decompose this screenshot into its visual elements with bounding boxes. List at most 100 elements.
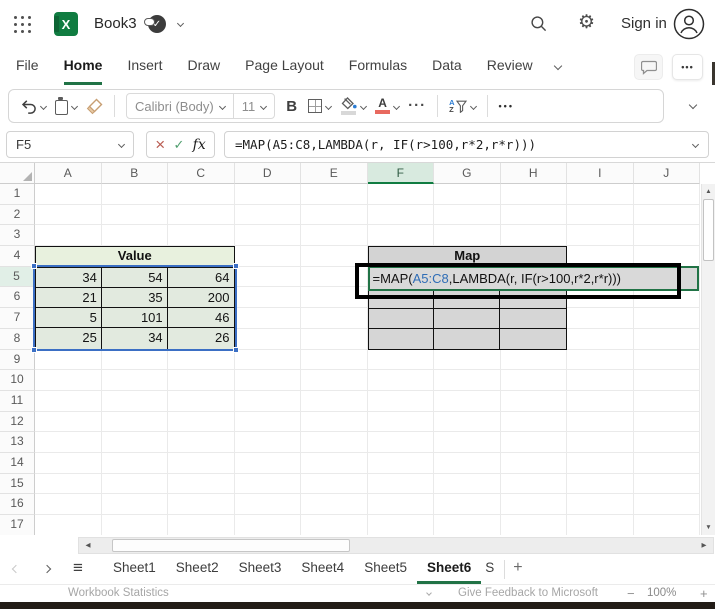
row-header-17[interactable]: 17 (0, 515, 35, 535)
cell-C14[interactable] (168, 452, 235, 474)
scroll-left-arrow-icon[interactable]: ◀ (80, 538, 96, 553)
cell-H14[interactable] (500, 452, 567, 474)
cell-C11[interactable] (168, 390, 235, 412)
cell-J8[interactable] (633, 328, 700, 350)
map-table-header[interactable]: Map (367, 246, 567, 268)
cell-A17[interactable] (35, 515, 102, 535)
fill-color-button[interactable] (340, 97, 368, 115)
cell-C10[interactable] (168, 370, 235, 391)
add-sheet-button[interactable]: + (513, 555, 522, 584)
sheet-tab-sheet1[interactable]: Sheet1 (103, 555, 166, 584)
cell-A3[interactable] (35, 225, 102, 247)
active-cell-edit-box[interactable]: =MAP(A5:C8 ,LAMBDA(r, IF(r>100,r*2,r*r))) (367, 266, 699, 292)
horizontal-scroll-thumb[interactable] (112, 538, 350, 552)
cell-I16[interactable] (567, 494, 634, 515)
cell-F15[interactable] (367, 473, 434, 495)
cancel-entry-button[interactable]: × (155, 136, 165, 153)
menu-tab-file[interactable]: File (16, 48, 39, 85)
cell-C9[interactable] (168, 349, 235, 371)
sheet-tab-sheet4[interactable]: Sheet4 (291, 555, 354, 584)
value-cell-r8c2[interactable]: 26 (167, 328, 234, 349)
value-cell-r5c2[interactable]: 64 (167, 267, 234, 288)
menu-tab-page-layout[interactable]: Page Layout (245, 48, 324, 85)
cell-I1[interactable] (567, 184, 634, 205)
cell-E2[interactable] (301, 204, 368, 226)
menu-tab-review[interactable]: Review (487, 48, 533, 85)
cell-D11[interactable] (234, 390, 301, 412)
cell-E15[interactable] (301, 473, 368, 495)
workbook-statistics-button[interactable]: Workbook Statistics (68, 587, 169, 599)
cell-D3[interactable] (234, 225, 301, 247)
cell-H9[interactable] (500, 349, 567, 371)
value-cell-r5c1[interactable]: 54 (101, 267, 168, 288)
name-box[interactable]: F5 (6, 131, 134, 158)
vertical-scroll-thumb[interactable] (703, 199, 714, 261)
map-cell[interactable] (434, 328, 501, 349)
cell-J15[interactable] (633, 473, 700, 495)
cell-G2[interactable] (434, 204, 501, 226)
cell-D1[interactable] (234, 184, 301, 205)
cell-B3[interactable] (101, 225, 168, 247)
cell-H10[interactable] (500, 370, 567, 391)
cell-J14[interactable] (633, 452, 700, 474)
cell-H16[interactable] (500, 494, 567, 515)
row-header-8[interactable]: 8 (0, 328, 35, 350)
cell-C2[interactable] (168, 204, 235, 226)
more-font-options-button[interactable]: ··· (408, 98, 426, 113)
cell-D17[interactable] (234, 515, 301, 535)
cell-A10[interactable] (35, 370, 102, 391)
cell-J11[interactable] (633, 390, 700, 412)
value-cell-r6c0[interactable]: 21 (36, 287, 102, 309)
cell-C12[interactable] (168, 411, 235, 433)
map-cell[interactable] (368, 308, 435, 329)
cell-J17[interactable] (633, 515, 700, 535)
cell-F11[interactable] (367, 390, 434, 412)
cell-E4[interactable] (301, 246, 368, 267)
value-table-header[interactable]: Value (35, 246, 235, 268)
sort-filter-chevron-icon[interactable] (469, 102, 477, 110)
paste-button[interactable] (55, 97, 79, 115)
sign-in-button[interactable]: Sign in (621, 15, 667, 32)
cell-E12[interactable] (301, 411, 368, 433)
map-cell[interactable] (500, 328, 566, 349)
cell-I15[interactable] (567, 473, 634, 495)
horizontal-scrollbar[interactable]: ◀ ▶ (78, 536, 714, 554)
row-header-1[interactable]: 1 (0, 184, 35, 205)
row-header-7[interactable]: 7 (0, 308, 35, 329)
cell-G16[interactable] (434, 494, 501, 515)
cell-D14[interactable] (234, 452, 301, 474)
cell-A2[interactable] (35, 204, 102, 226)
sheet-tab-sheet3[interactable]: Sheet3 (229, 555, 292, 584)
fill-color-chevron-icon[interactable] (360, 102, 368, 110)
cell-E1[interactable] (301, 184, 368, 205)
menu-tab-data[interactable]: Data (432, 48, 462, 85)
row-header-13[interactable]: 13 (0, 432, 35, 453)
cell-B1[interactable] (101, 184, 168, 205)
font-name-select[interactable]: Calibri (Body) (127, 94, 233, 118)
menu-tab-insert[interactable]: Insert (127, 48, 162, 85)
cell-J1[interactable] (633, 184, 700, 205)
ribbon-overflow-button[interactable]: ••• (499, 101, 514, 111)
cell-H3[interactable] (500, 225, 567, 247)
cell-D13[interactable] (234, 432, 301, 453)
menu-tab-draw[interactable]: Draw (187, 48, 220, 85)
column-header-F[interactable]: F (367, 163, 434, 184)
paste-chevron-icon[interactable] (70, 102, 79, 110)
cell-J3[interactable] (633, 225, 700, 247)
scroll-right-arrow-icon[interactable]: ▶ (696, 538, 712, 553)
undo-button[interactable] (19, 98, 48, 115)
vertical-scrollbar[interactable]: ▲ ▼ (700, 184, 715, 535)
value-cell-r7c0[interactable]: 5 (36, 308, 102, 329)
cell-B2[interactable] (101, 204, 168, 226)
cell-B12[interactable] (101, 411, 168, 433)
cell-E6[interactable] (301, 287, 368, 309)
column-header-A[interactable]: A (35, 163, 102, 184)
row-header-16[interactable]: 16 (0, 494, 35, 515)
cell-G15[interactable] (434, 473, 501, 495)
excel-logo-icon[interactable]: X (54, 12, 78, 36)
cell-E13[interactable] (301, 432, 368, 453)
cell-J7[interactable] (633, 308, 700, 329)
scroll-down-arrow-icon[interactable]: ▼ (702, 521, 715, 534)
cell-G12[interactable] (434, 411, 501, 433)
column-header-I[interactable]: I (567, 163, 634, 184)
